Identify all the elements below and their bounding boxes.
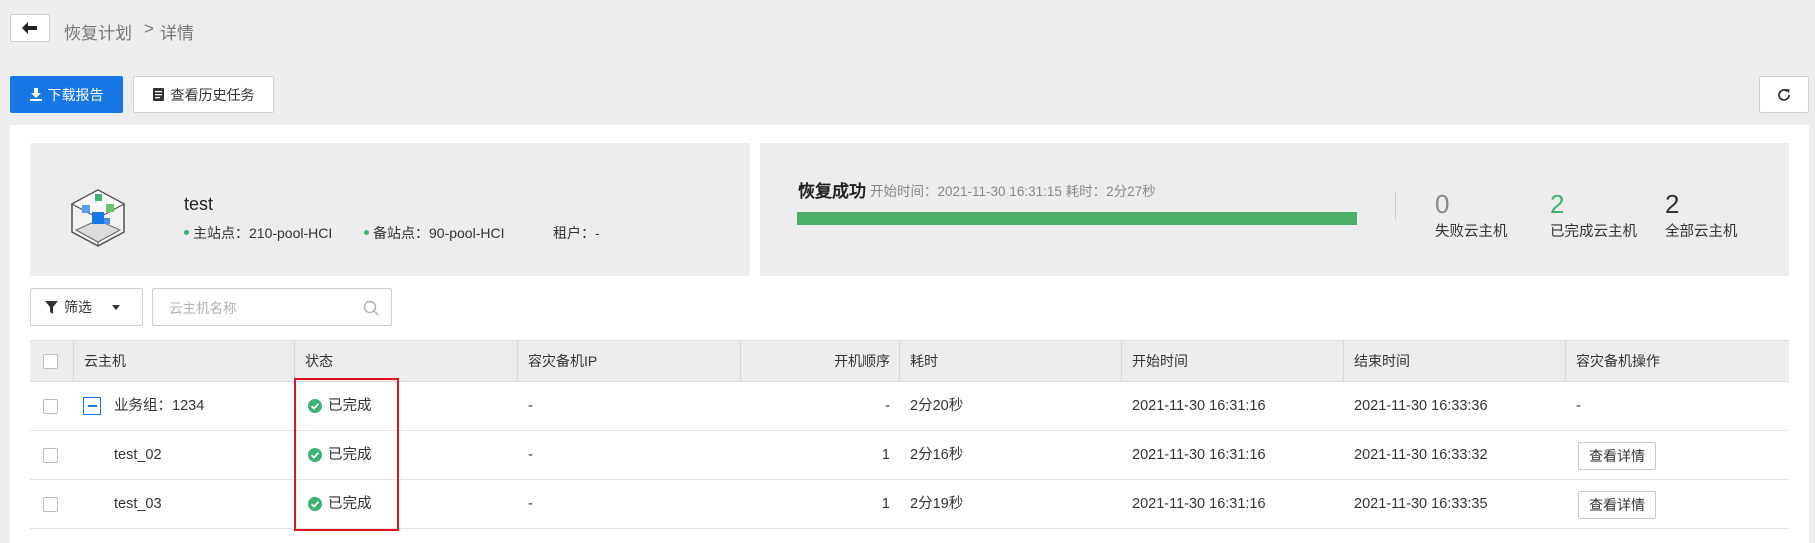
column-divider — [1565, 341, 1566, 381]
column-divider — [1121, 341, 1122, 381]
duration-value: 2分27秒 — [1106, 184, 1156, 199]
backup-ip: - — [528, 496, 533, 512]
view-history-label: 查看历史任务 — [170, 86, 255, 103]
operations: - — [1576, 398, 1581, 414]
back-button[interactable] — [10, 14, 50, 42]
backup-site-dot — [364, 229, 369, 235]
column-divider — [1343, 341, 1344, 381]
backup-ip: - — [528, 447, 533, 463]
main-site-value: 210-pool-HCI — [249, 225, 333, 241]
backup-ip: - — [528, 398, 533, 414]
vm-name: test_02 — [114, 447, 162, 463]
backup-site: 备站点：90-pool-HCI — [364, 223, 504, 243]
completed-vm-label: 已完成云主机 — [1550, 224, 1637, 240]
duration-label: 耗时： — [1065, 184, 1107, 199]
boot-order: 1 — [881, 496, 890, 512]
recovery-status-card — [760, 143, 1789, 276]
main-site: 主站点：210-pool-HCI — [184, 223, 332, 243]
boot-order: 1 — [881, 447, 890, 463]
breadcrumb-current: 详情 — [160, 24, 194, 43]
row-checkbox[interactable] — [43, 448, 58, 463]
filter-dropdown[interactable]: 筛选 — [30, 288, 143, 326]
download-report-label: 下载报告 — [47, 86, 104, 103]
column-divider — [517, 341, 518, 381]
stats-divider — [1395, 192, 1396, 220]
end-time: 2021-11-30 16:33:32 — [1354, 447, 1488, 463]
total-vm-label: 全部云主机 — [1665, 224, 1738, 240]
document-icon — [152, 88, 164, 101]
start-time: 2021-11-30 16:31:16 — [1132, 496, 1266, 512]
plan-info-card — [30, 143, 750, 276]
duration: 2分20秒 — [910, 398, 964, 414]
column-divider — [899, 341, 900, 381]
column-ip[interactable]: 容灾备机IP — [528, 341, 597, 381]
breadcrumb-separator: > — [144, 19, 154, 38]
total-vm-count: 2 — [1665, 189, 1680, 219]
plan-name: test — [184, 194, 214, 214]
recovery-progress-bar — [797, 212, 1357, 225]
view-history-button[interactable]: 查看历史任务 — [133, 76, 274, 113]
vm-search-box[interactable] — [152, 288, 392, 326]
view-details-button[interactable]: 查看详情 — [1578, 491, 1656, 519]
vm-name: test_03 — [114, 496, 162, 512]
arrow-left-icon — [22, 22, 37, 34]
main-site-dot — [184, 229, 189, 235]
refresh-button[interactable] — [1759, 76, 1809, 113]
end-time: 2021-11-30 16:33:35 — [1354, 496, 1488, 512]
column-vm[interactable]: 云主机 — [84, 341, 126, 381]
download-report-button[interactable]: 下载报告 — [10, 76, 123, 113]
tenant-value: - — [595, 225, 600, 241]
row-checkbox[interactable] — [43, 399, 58, 414]
filter-icon — [45, 300, 58, 314]
breadcrumb-parent[interactable]: 恢复计划 — [64, 19, 132, 44]
collapse-icon[interactable] — [83, 397, 101, 415]
view-details-button[interactable]: 查看详情 — [1578, 442, 1656, 470]
failed-vm-count: 0 — [1435, 189, 1450, 219]
start-time-value: 2021-11-30 16:31:15 — [937, 184, 1062, 199]
recovery-status-title: 恢复成功 — [798, 182, 866, 201]
end-time: 2021-11-30 16:33:36 — [1354, 398, 1488, 414]
recovery-status-subtitle: 开始时间：2021-11-30 16:31:15 耗时：2分27秒 — [870, 180, 1156, 200]
cloud-cube-icon — [70, 189, 126, 247]
tenant-label: 租户： — [553, 225, 595, 241]
column-divider — [73, 341, 74, 381]
duration: 2分16秒 — [910, 447, 964, 463]
completed-vm-count: 2 — [1550, 189, 1565, 219]
download-icon — [29, 88, 42, 101]
duration: 2分19秒 — [910, 496, 964, 512]
column-divider — [294, 341, 295, 381]
column-boot-order[interactable]: 开机顺序 — [740, 341, 890, 381]
row-checkbox[interactable] — [43, 497, 58, 512]
start-time: 2021-11-30 16:31:16 — [1132, 398, 1266, 414]
column-start-time[interactable]: 开始时间 — [1132, 341, 1188, 381]
filter-label: 筛选 — [64, 299, 92, 315]
search-icon[interactable] — [363, 300, 379, 316]
main-site-label: 主站点： — [193, 225, 249, 241]
column-status[interactable]: 状态 — [305, 341, 333, 381]
vm-search-input[interactable] — [167, 297, 361, 319]
boot-order: - — [885, 398, 890, 414]
tenant: 租户：- — [553, 223, 600, 243]
failed-vm-label: 失败云主机 — [1435, 224, 1508, 240]
select-all-checkbox[interactable] — [43, 354, 58, 369]
table-header: 云主机 状态 容灾备机IP 开机顺序 耗时 开始时间 结束时间 容灾备机操作 — [30, 340, 1789, 382]
refresh-icon — [1778, 88, 1790, 101]
column-duration[interactable]: 耗时 — [910, 341, 938, 381]
start-time: 2021-11-30 16:31:16 — [1132, 447, 1266, 463]
column-operations: 容灾备机操作 — [1576, 353, 1660, 369]
recovery-progress-fill — [797, 212, 1357, 225]
start-time-label: 开始时间： — [870, 184, 938, 199]
column-end-time[interactable]: 结束时间 — [1354, 341, 1410, 381]
backup-site-value: 90-pool-HCI — [429, 225, 505, 241]
chevron-down-icon — [112, 304, 120, 310]
status-highlight-box — [294, 378, 399, 531]
backup-site-label: 备站点： — [373, 225, 429, 241]
vm-name: 业务组：1234 — [114, 398, 205, 414]
